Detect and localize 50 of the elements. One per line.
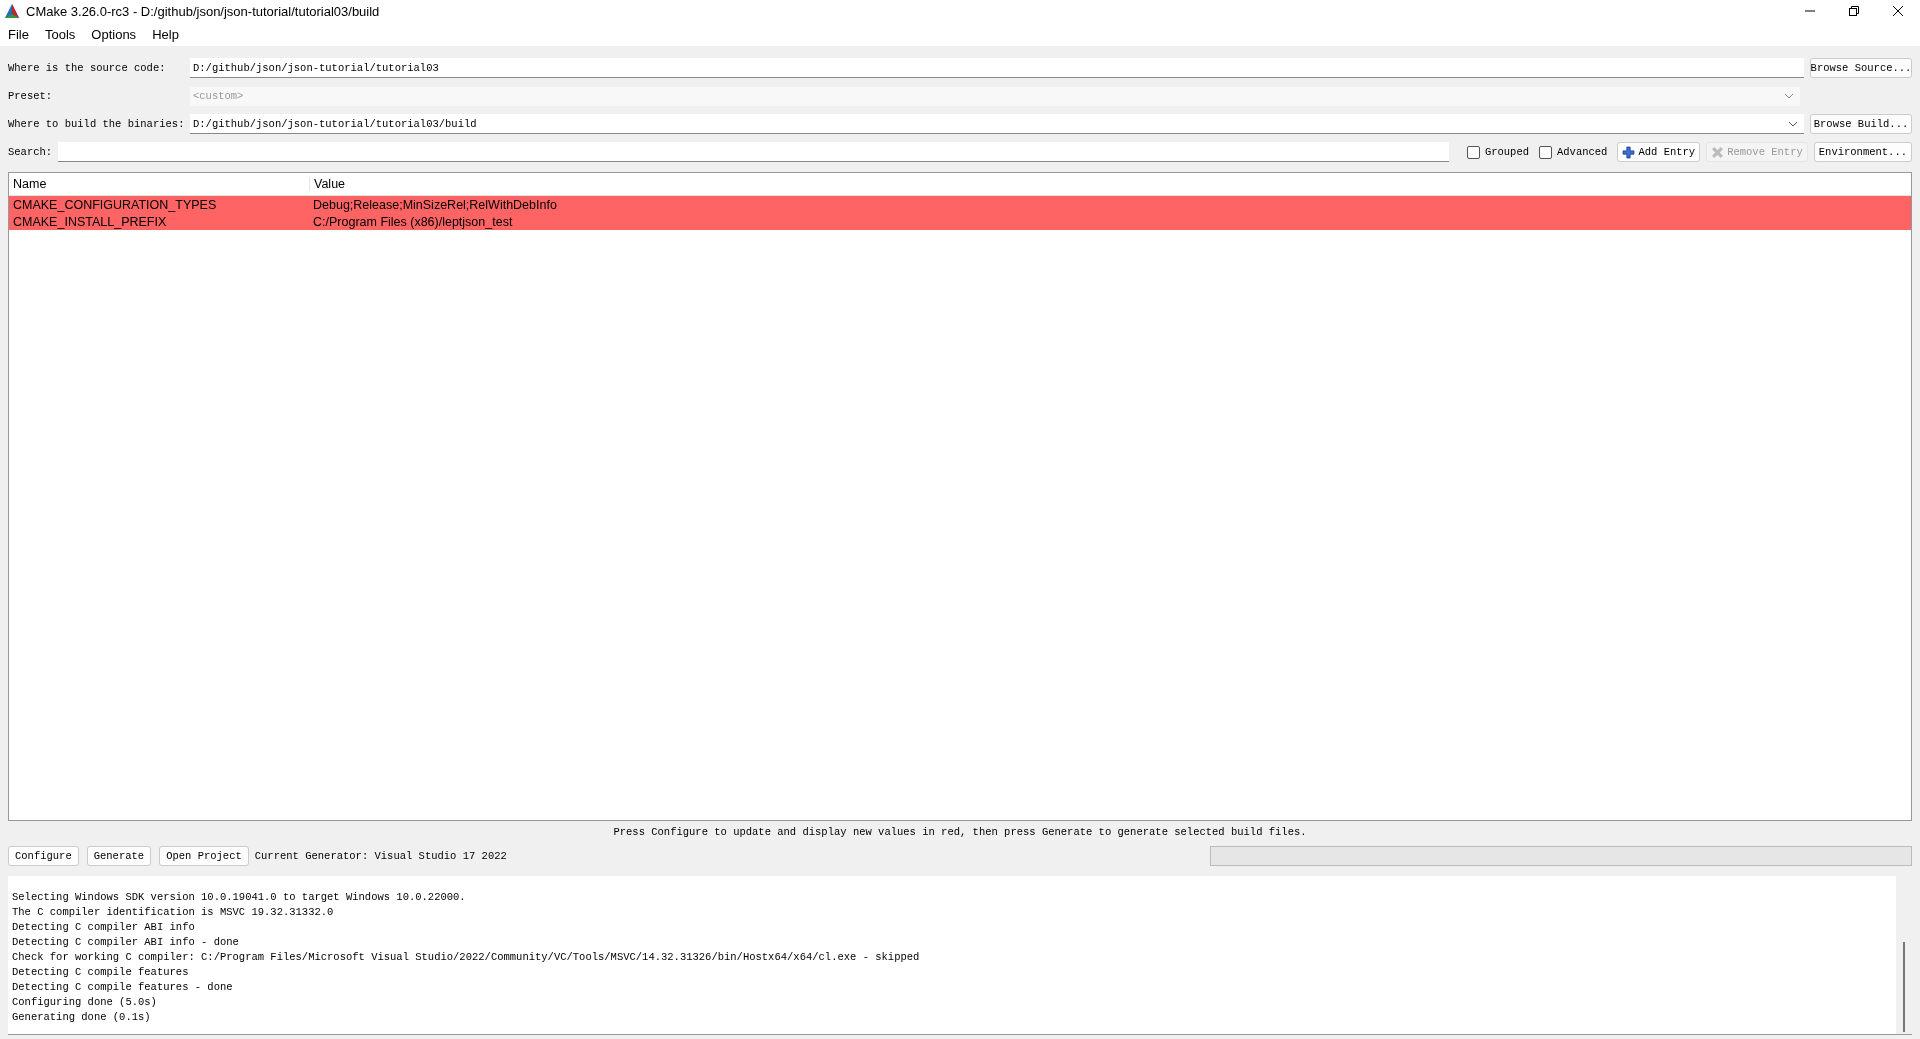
log-line: Check for working C compiler: C:/Program Files/Microsoft Visual Studio/2022/Community/VC/Tools/MSVC/14.32.31326/bin/Hostx64/x64/cl.exe - skipped	[12, 950, 921, 965]
action-button[interactable]: Configure	[8, 846, 79, 866]
scrollbar-thumb[interactable]	[1903, 942, 1905, 1032]
source-field[interactable]: D:/github/json/json-tutorial/tutorial03	[190, 58, 1804, 78]
menu-item[interactable]: File	[8, 26, 29, 42]
table-cell-text: C:/Program Files (x86)/leptjson_test	[312, 214, 513, 229]
generator-text: Current Generator: Visual Studio 17 2022	[254, 850, 507, 862]
window-title: CMake 3.26.0-rc3 - D:/github/json/json-tutorial/tutorial03/build	[26, 3, 380, 19]
triangle-logo-icon	[4, 3, 20, 19]
checkbox-label: Grouped	[1484, 146, 1529, 158]
menu-item[interactable]: Options	[91, 26, 137, 42]
search-field[interactable]	[58, 142, 1449, 162]
table-row[interactable]: CMAKE_INSTALL_PREFIX C:/Program Files (x86)/leptjson_test	[9, 213, 1911, 230]
action-button[interactable]: Generate	[86, 846, 152, 866]
browse-build-button[interactable]: Browse Build...	[1810, 114, 1912, 134]
log-line: Generating done (0.1s)	[12, 1010, 152, 1025]
action-button[interactable]: Open Project	[159, 846, 249, 866]
action-button[interactable]: Environment...	[1813, 142, 1912, 162]
log-line: The C compiler identification is MSVC 19.32.31332.0	[12, 905, 335, 920]
table-cell-text: CMAKE_INSTALL_PREFIX	[12, 214, 168, 229]
table-row[interactable]: CMAKE_CONFIGURATION_TYPES Debug;Release;MinSizeRel;RelWithDebInfo	[9, 196, 1911, 213]
menu-item[interactable]: Tools	[44, 26, 76, 42]
log-line: Selecting Windows SDK version 10.0.19041.0 to target Windows 10.0.22000.	[12, 890, 467, 905]
checkbox[interactable]	[1466, 145, 1480, 159]
field-label: Where is the source code:	[8, 62, 167, 74]
log-line: Detecting C compiler ABI info	[12, 920, 196, 935]
build-dropdown[interactable]: D:/github/json/json-tutorial/tutorial03/build	[190, 114, 1804, 134]
table-cell-text: CMAKE_CONFIGURATION_TYPES	[12, 197, 218, 212]
log-line: Configuring done (5.0s)	[12, 995, 158, 1010]
field-label: Where to build the binaries:	[8, 118, 184, 130]
checkbox-label: Advanced	[1557, 146, 1608, 158]
log-line: Detecting C compile features	[12, 965, 190, 980]
close-icon[interactable]	[1892, 5, 1904, 17]
browse-source-button[interactable]: Browse Source...	[1810, 58, 1912, 78]
table-cell-text: Debug;Release;MinSizeRel;RelWithDebInfo	[312, 197, 557, 212]
checkbox[interactable]	[1539, 145, 1552, 159]
column-header[interactable]: Value	[310, 177, 346, 191]
x-icon	[1711, 145, 1725, 159]
action-button[interactable]: Add Entry	[1617, 142, 1701, 162]
log-line: Detecting C compile features - done	[12, 980, 234, 995]
chevron-icon	[1784, 93, 1794, 99]
menu-item[interactable]: Help	[152, 26, 179, 42]
chevron-icon	[1788, 120, 1798, 127]
plus-icon	[1622, 145, 1636, 159]
search-label: Search:	[8, 146, 52, 158]
log-line: Detecting C compiler ABI info - done	[12, 935, 240, 950]
hint-text: Press Configure to update and display new values in red, then press Generate to generate selected build files.	[613, 826, 1307, 838]
restore-icon[interactable]	[1848, 5, 1860, 17]
field-label: Preset:	[8, 90, 54, 102]
column-header[interactable]: Name	[9, 177, 310, 191]
